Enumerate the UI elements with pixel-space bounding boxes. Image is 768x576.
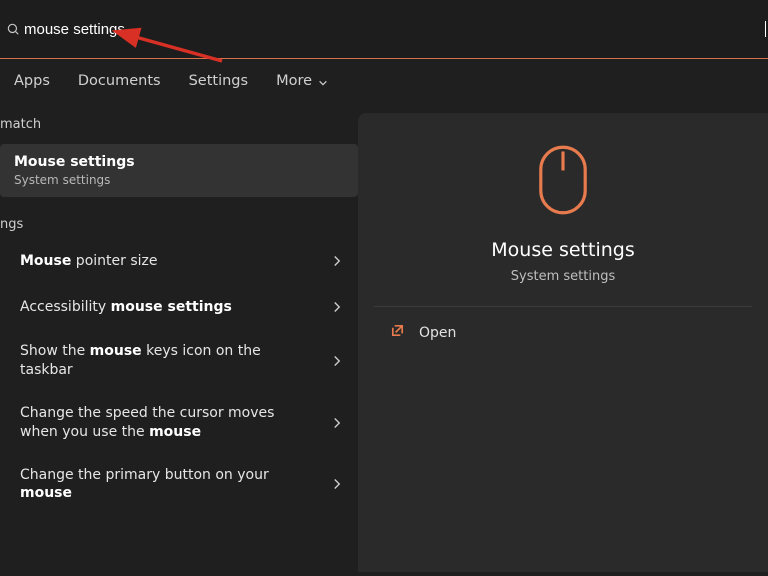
result-label: Show the mouse keys icon on the taskbar	[20, 342, 275, 380]
result-cursor-speed[interactable]: Change the speed the cursor moves when y…	[0, 392, 358, 454]
chevron-down-icon	[318, 76, 328, 86]
preview-title: Mouse settings	[386, 239, 740, 261]
preview-subtitle: System settings	[386, 269, 740, 284]
chevron-right-icon	[330, 477, 344, 491]
tab-more[interactable]: More	[276, 73, 328, 89]
chevron-right-icon	[330, 300, 344, 314]
open-external-icon	[390, 323, 405, 342]
tab-settings[interactable]: Settings	[189, 73, 248, 89]
group-best-match-label: match	[0, 111, 358, 138]
search-icon	[0, 22, 20, 36]
best-match-title: Mouse settings	[14, 154, 344, 170]
result-label: Mouse pointer size	[20, 252, 157, 271]
open-label: Open	[419, 325, 456, 341]
search-bar	[0, 0, 768, 58]
best-match-item[interactable]: Mouse settings System settings	[0, 144, 358, 197]
result-label: Change the primary button on your mouse	[20, 466, 275, 504]
result-mouse-pointer-size[interactable]: Mouse pointer size	[0, 238, 358, 284]
filter-tabs: Apps Documents Settings More	[0, 59, 768, 107]
tab-documents[interactable]: Documents	[78, 73, 161, 89]
result-primary-button[interactable]: Change the primary button on your mouse	[0, 454, 358, 516]
result-accessibility-mouse-settings[interactable]: Accessibility mouse settings	[0, 284, 358, 330]
open-action[interactable]: Open	[386, 307, 740, 358]
chevron-right-icon	[330, 254, 344, 268]
search-input[interactable]	[20, 21, 767, 38]
preview-panel: Mouse settings System settings Open	[358, 113, 768, 572]
chevron-right-icon	[330, 354, 344, 368]
tab-apps[interactable]: Apps	[14, 73, 50, 89]
accent-divider	[0, 58, 768, 59]
results-list: match Mouse settings System settings ngs…	[0, 107, 358, 572]
result-label: Change the speed the cursor moves when y…	[20, 404, 275, 442]
text-caret	[765, 21, 766, 37]
mouse-icon	[386, 143, 740, 217]
chevron-right-icon	[330, 416, 344, 430]
result-show-mouse-keys-icon[interactable]: Show the mouse keys icon on the taskbar	[0, 330, 358, 392]
best-match-subtitle: System settings	[14, 173, 344, 187]
group-settings-label: ngs	[0, 211, 358, 238]
tab-more-label: More	[276, 73, 312, 89]
result-label: Accessibility mouse settings	[20, 298, 232, 317]
